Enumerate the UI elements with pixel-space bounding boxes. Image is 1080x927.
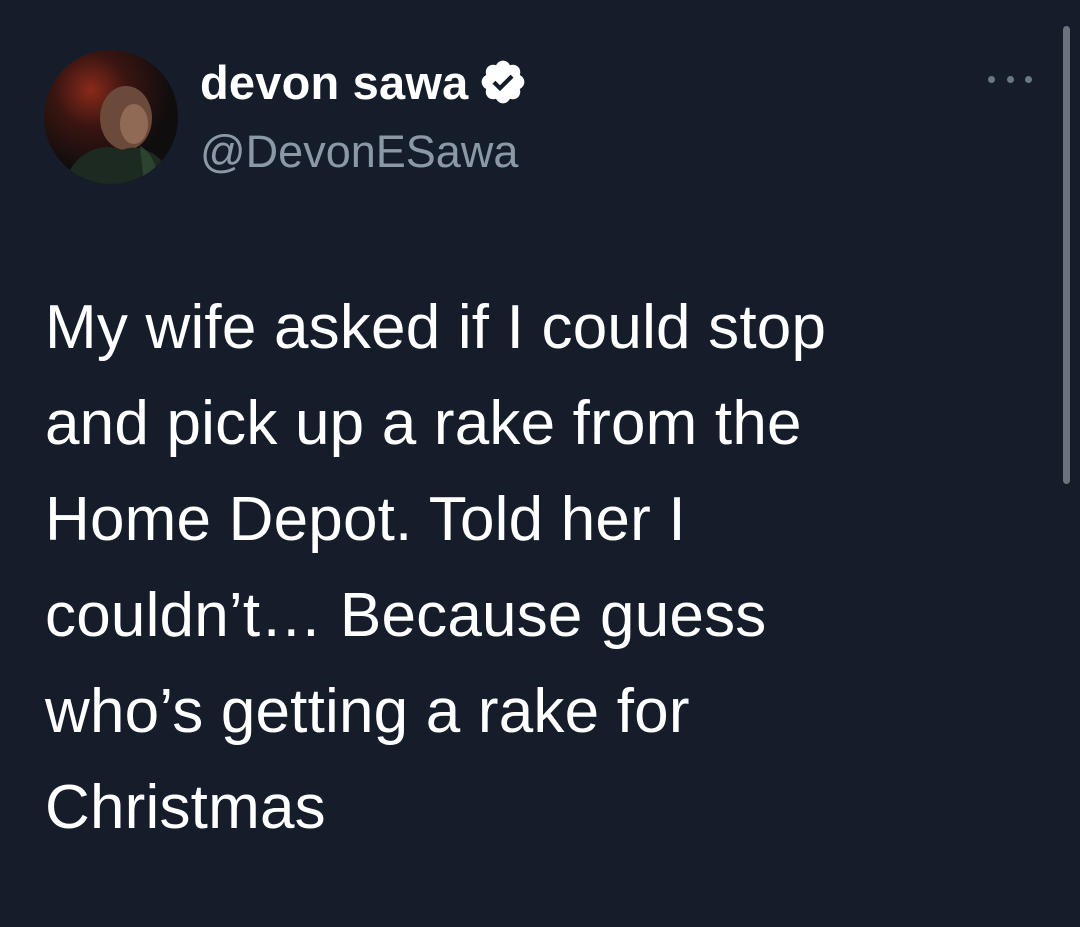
more-dot (1006, 75, 1014, 83)
scrollbar[interactable] (1063, 26, 1070, 484)
more-options-icon[interactable] (988, 66, 1032, 92)
tweet-text: My wife asked if I could stop and pick u… (45, 293, 827, 842)
avatar[interactable] (44, 50, 178, 184)
avatar-photo (44, 50, 178, 184)
more-dot (988, 75, 995, 83)
author-name-row: devon sawa (200, 52, 528, 112)
author-display-name[interactable]: devon sawa (200, 55, 468, 110)
more-dot (1025, 75, 1032, 83)
tweet-card: devon sawa @DevonESawa My wife asked if … (0, 0, 1080, 927)
author-handle[interactable]: @DevonESawa (200, 126, 518, 178)
verified-badge-icon (478, 57, 528, 107)
